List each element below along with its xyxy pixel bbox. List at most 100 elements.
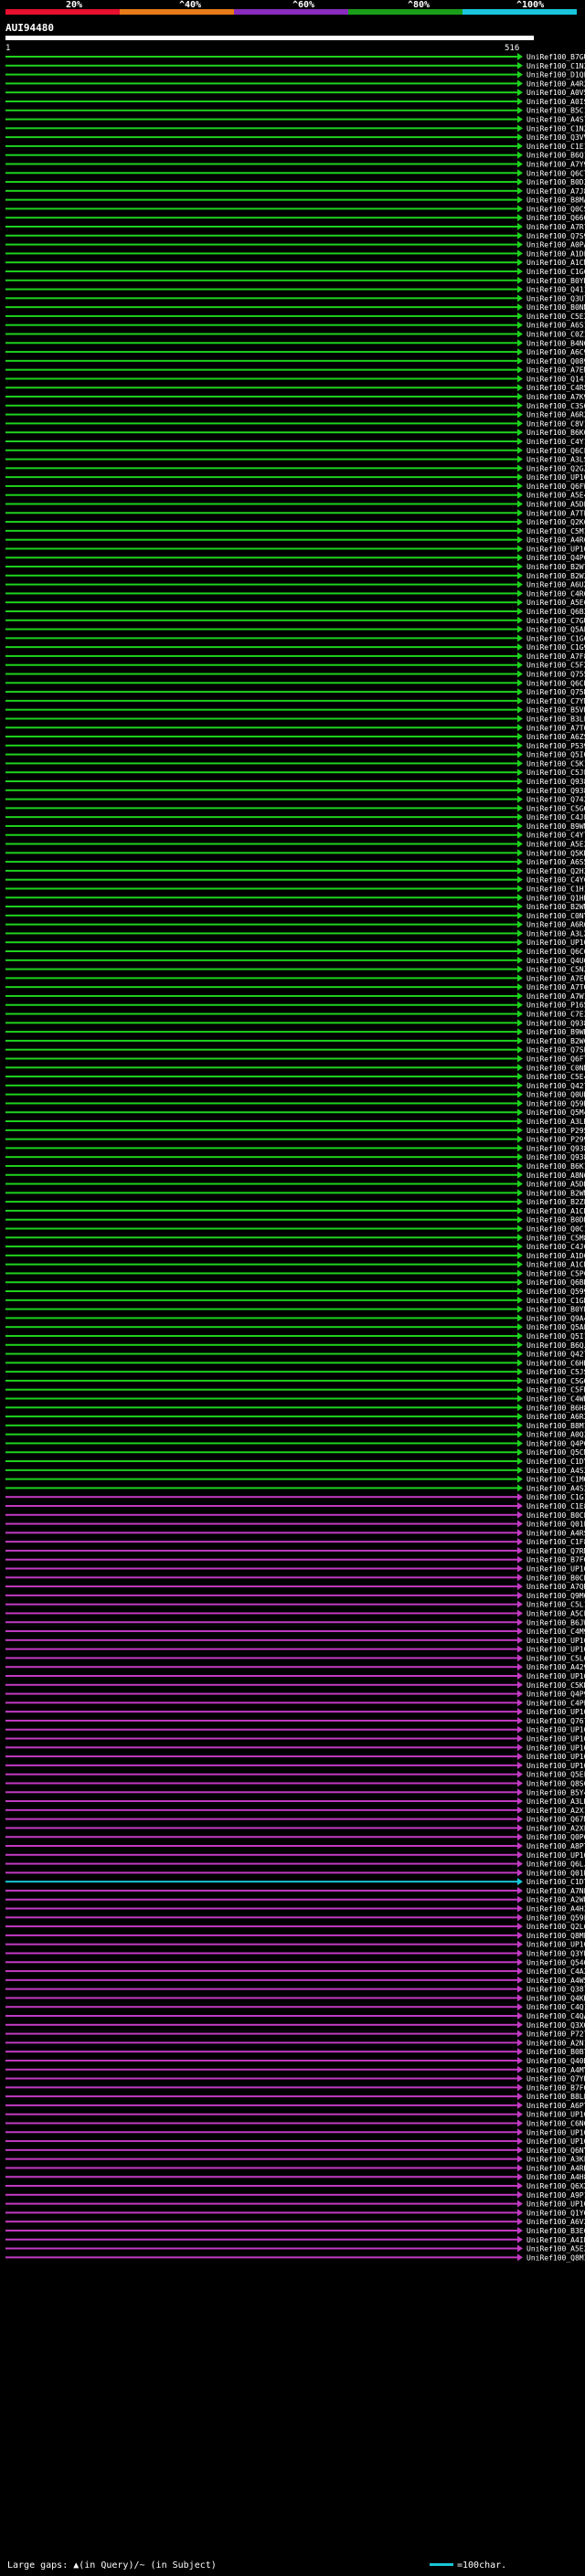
hit-bar[interactable] — [5, 619, 517, 621]
hit-bar[interactable] — [5, 726, 517, 729]
hit-label[interactable]: UniRef100_Q74257 — [526, 796, 585, 804]
hit-label[interactable]: UniRef100_Q6FT22 — [526, 1055, 585, 1063]
hit-label[interactable]: UniRef100_C5M8F6 — [526, 1234, 585, 1242]
hit-bar[interactable] — [5, 1048, 517, 1051]
hit-bar[interactable] — [5, 1496, 517, 1499]
hit-label[interactable]: UniRef100_C4M9P3 — [526, 1627, 585, 1636]
hit-label[interactable]: UniRef100_C4Q135 — [526, 2003, 585, 2011]
hit-label[interactable]: UniRef100_C5NZV9 — [526, 966, 585, 974]
hit-bar[interactable] — [5, 628, 517, 631]
hit-bar[interactable] — [5, 243, 517, 246]
hit-label[interactable]: UniRef100_P29997 — [526, 1136, 585, 1144]
hit-bar[interactable] — [5, 941, 517, 944]
hit-label[interactable]: UniRef100_P16521 — [526, 1002, 585, 1010]
hit-label[interactable]: UniRef100_B9WH19 — [526, 1028, 585, 1036]
hit-label[interactable]: UniRef100_B4N020 — [526, 339, 585, 347]
hit-bar[interactable] — [5, 127, 517, 130]
hit-bar[interactable] — [5, 1638, 517, 1641]
hit-label[interactable]: UniRef100_A7EMM5 — [526, 366, 585, 375]
hit-label[interactable]: UniRef100_A7J887 — [526, 187, 585, 196]
hit-bar[interactable] — [5, 1397, 517, 1400]
hit-bar[interactable] — [5, 163, 517, 165]
hit-label[interactable]: UniRef100_UP1000... — [526, 2111, 585, 2119]
hit-bar[interactable] — [5, 136, 517, 139]
hit-bar[interactable] — [5, 1827, 517, 1829]
hit-bar[interactable] — [5, 2113, 517, 2115]
hit-bar[interactable] — [5, 1541, 517, 1543]
hit-label[interactable]: UniRef100_Q5I1N7 — [526, 1332, 585, 1341]
hit-bar[interactable] — [5, 2247, 517, 2250]
hit-bar[interactable] — [5, 1952, 517, 1955]
hit-bar[interactable] — [5, 2041, 517, 2044]
hit-bar[interactable] — [5, 1451, 517, 1454]
hit-bar[interactable] — [5, 1898, 517, 1901]
hit-bar[interactable] — [5, 1773, 517, 1776]
hit-label[interactable]: UniRef100_B0D349 — [526, 178, 585, 186]
hit-bar[interactable] — [5, 1299, 517, 1301]
hit-bar[interactable] — [5, 2211, 517, 2214]
hit-label[interactable]: UniRef100_A6R245 — [526, 411, 585, 419]
hit-bar[interactable] — [5, 896, 517, 899]
hit-bar[interactable] — [5, 914, 517, 917]
hit-bar[interactable] — [5, 789, 517, 791]
hit-label[interactable]: UniRef100_B6JW30 — [526, 1618, 585, 1627]
hit-label[interactable]: UniRef100_C0Z1F3 — [526, 330, 585, 338]
hit-bar[interactable] — [5, 359, 517, 362]
hit-label[interactable]: UniRef100_B2W7Q4 — [526, 563, 585, 571]
hit-label[interactable]: UniRef100_Q08972 — [526, 357, 585, 366]
hit-label[interactable]: UniRef100_P53976 — [526, 742, 585, 750]
hit-bar[interactable] — [5, 100, 517, 102]
hit-label[interactable]: UniRef100_B3LPP9 — [526, 715, 585, 723]
hit-bar[interactable] — [5, 654, 517, 657]
hit-bar[interactable] — [5, 1764, 517, 1766]
hit-label[interactable]: UniRef100_A6PTJ0 — [526, 2102, 585, 2110]
hit-bar[interactable] — [5, 1254, 517, 1256]
hit-label[interactable]: UniRef100_Q8ME71 — [526, 1932, 585, 1940]
hit-bar[interactable] — [5, 2185, 517, 2188]
hit-label[interactable]: UniRef100_UP1000... — [526, 1851, 585, 1860]
hit-label[interactable]: UniRef100_C1MQP0 — [526, 1476, 585, 1484]
hit-bar[interactable] — [5, 1192, 517, 1194]
hit-bar[interactable] — [5, 1558, 517, 1561]
hit-label[interactable]: UniRef100_A7QN00 — [526, 1583, 585, 1591]
hit-label[interactable]: UniRef100_B0YD90 — [526, 277, 585, 285]
hit-bar[interactable] — [5, 1406, 517, 1409]
hit-bar[interactable] — [5, 288, 517, 291]
hit-bar[interactable] — [5, 1674, 517, 1677]
hit-bar[interactable] — [5, 1371, 517, 1373]
hit-bar[interactable] — [5, 1845, 517, 1847]
hit-label[interactable]: UniRef100_Q6B2H3 — [526, 608, 585, 616]
hit-bar[interactable] — [5, 736, 517, 738]
hit-bar[interactable] — [5, 1603, 517, 1606]
hit-bar[interactable] — [5, 753, 517, 756]
hit-bar[interactable] — [5, 1424, 517, 1426]
hit-label[interactable]: UniRef100_C4PEX2 — [526, 1699, 585, 1707]
hit-label[interactable]: UniRef100_Q4KKN6 — [526, 1994, 585, 2002]
hit-label[interactable]: UniRef100_A6R630 — [526, 921, 585, 929]
hit-label[interactable]: UniRef100_P29551 — [526, 1127, 585, 1135]
hit-label[interactable]: UniRef100_A1DC07 — [526, 1252, 585, 1260]
hit-bar[interactable] — [5, 1433, 517, 1436]
hit-label[interactable]: UniRef100_Q41148 — [526, 286, 585, 294]
hit-label[interactable]: UniRef100_A6UX56 — [526, 581, 585, 589]
hit-label[interactable]: UniRef100_B6Q1Q7 — [526, 152, 585, 160]
hit-label[interactable]: UniRef100_A3LR46 — [526, 1118, 585, 1126]
hit-label[interactable]: UniRef100_C1F8L1 — [526, 1538, 585, 1546]
hit-label[interactable]: UniRef100_C1DTY7 — [526, 1878, 585, 1886]
hit-bar[interactable] — [5, 2032, 517, 2035]
hit-label[interactable]: UniRef100_Q5IQE4 — [526, 751, 585, 759]
hit-label[interactable]: UniRef100_Q2GZS2 — [526, 464, 585, 472]
hit-label[interactable]: UniRef100_A6R2Y5 — [526, 1413, 585, 1421]
hit-label[interactable]: UniRef100_UP1000... — [526, 2137, 585, 2146]
hit-label[interactable]: UniRef100_C1GC16 — [526, 634, 585, 642]
hit-label[interactable]: UniRef100_C5L1K3 — [526, 1601, 585, 1609]
hit-bar[interactable] — [5, 413, 517, 416]
hit-bar[interactable] — [5, 189, 517, 192]
hit-label[interactable]: UniRef100_A3LX00 — [526, 929, 585, 938]
hit-label[interactable]: UniRef100_Q8S694 — [526, 1779, 585, 1787]
hit-bar[interactable] — [5, 73, 517, 76]
hit-label[interactable]: UniRef100_C1G1Z3 — [526, 1493, 585, 1501]
hit-label[interactable]: UniRef100_B6QJR0 — [526, 1341, 585, 1350]
hit-bar[interactable] — [5, 1782, 517, 1785]
hit-label[interactable]: UniRef100_UP1000... — [526, 1646, 585, 1654]
